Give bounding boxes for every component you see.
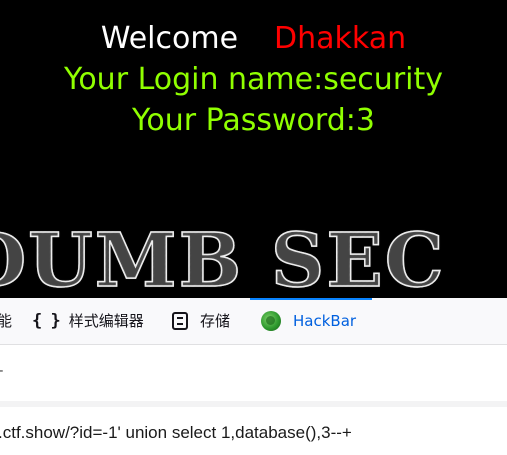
tab-partial[interactable]: 能 [0,298,12,343]
tab-style-editor-label: 样式编辑器 [68,312,144,330]
welcome-username: Dhakkan [274,21,407,56]
tab-hackbar-label: HackBar [293,311,357,330]
tab-hackbar[interactable]: HackBar [250,298,372,341]
hackbar-url-textarea[interactable]: .ctf.show/?id=-1' union select 1,databas… [0,407,507,455]
browser-window: Welcome Dhakkan Your Login name:security … [0,0,507,455]
hackbar-icon [261,310,281,331]
tab-storage[interactable]: 存储 [172,298,230,343]
web-page-content: Welcome Dhakkan Your Login name:security … [0,0,507,298]
password-text: Your Password:3 [132,103,375,138]
toolbar-partial-button[interactable]: – [0,361,4,379]
tab-storage-label: 存储 [200,312,231,330]
braces-icon: { } [32,310,61,331]
tab-partial-label: 能 [0,312,13,330]
tab-style-editor[interactable]: { } 样式编辑器 [32,298,144,343]
hackbar-toolbar: – [0,345,507,402]
storage-icon [172,311,188,330]
welcome-text: Welcome [100,21,239,56]
welcome-line: Welcome Dhakkan [0,20,507,58]
devtools-tab-bar: 能 { } 样式编辑器 存储 HackBar [0,298,507,345]
login-name-text: Your Login name:security [63,62,443,97]
banner-logo: DUMB SEC [0,217,446,298]
url-text: .ctf.show/?id=-1' union select 1,databas… [0,423,352,442]
